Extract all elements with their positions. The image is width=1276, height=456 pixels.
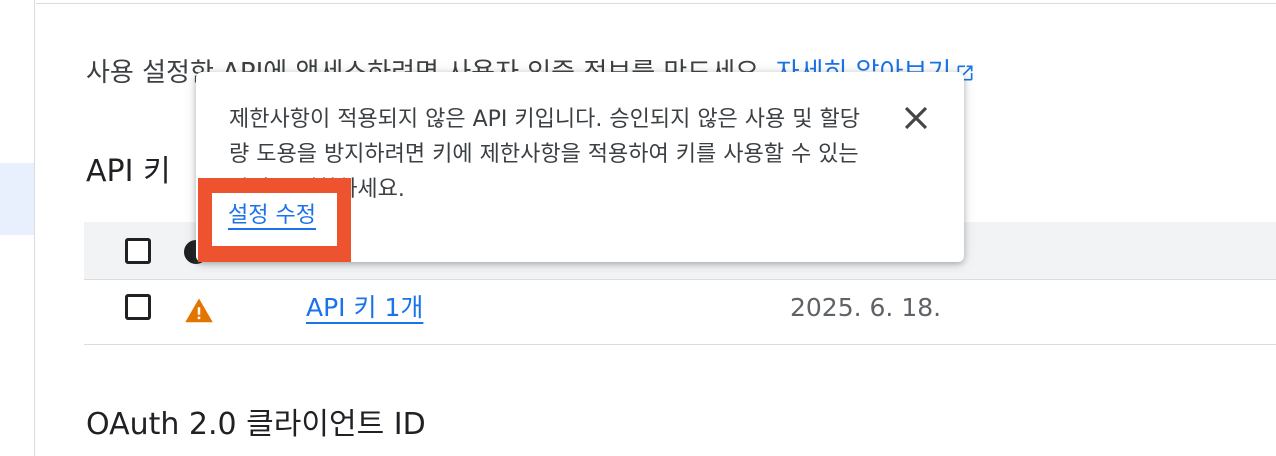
top-divider bbox=[36, 3, 1276, 4]
table-row: API 키 1개 2025. 6. 18. bbox=[84, 280, 1276, 345]
highlight-inner: 설정 수정 bbox=[212, 193, 337, 246]
edit-settings-link[interactable]: 설정 수정 bbox=[228, 201, 316, 231]
row-checkbox[interactable] bbox=[125, 294, 151, 320]
left-nav-rail bbox=[0, 0, 35, 456]
api-key-created-date: 2025. 6. 18. bbox=[790, 293, 942, 322]
api-key-name-link[interactable]: API 키 1개 bbox=[306, 292, 423, 324]
close-icon[interactable] bbox=[897, 99, 935, 137]
select-all-checkbox[interactable] bbox=[125, 238, 151, 264]
active-nav-item[interactable] bbox=[0, 163, 34, 235]
highlight-box: 설정 수정 bbox=[198, 178, 351, 262]
api-keys-title: API 키 bbox=[86, 154, 171, 189]
oauth-title: OAuth 2.0 클라이언트 ID bbox=[86, 407, 426, 442]
warning-icon bbox=[185, 298, 213, 323]
